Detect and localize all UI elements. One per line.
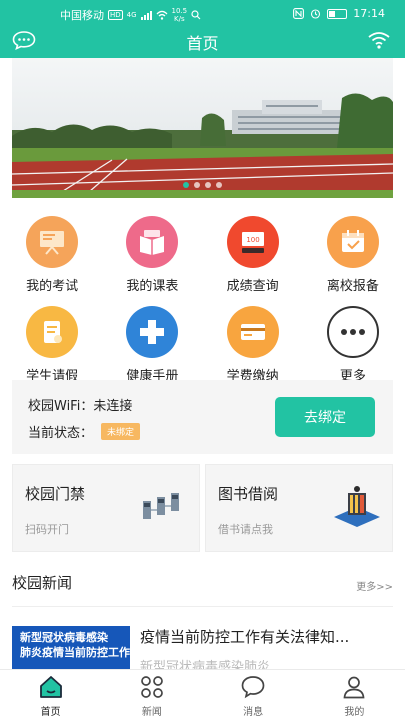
status-bar: 中国移动 HD 4G 10.5 K/s 17:14: [0, 0, 405, 26]
library-borrow-card[interactable]: 图书借阅 借书请点我: [205, 464, 393, 552]
leave-calendar-icon: [326, 216, 379, 268]
tab-messages[interactable]: 消息: [203, 670, 304, 720]
profile-person-icon: [343, 676, 365, 699]
grid-row: 我的考试 我的课表 100 成绩查询 离校报备: [0, 210, 405, 300]
grid-item-label: 离校报备: [326, 279, 379, 294]
network-type: 4G: [126, 11, 137, 19]
score-query-icon: 100: [226, 216, 279, 268]
tab-news[interactable]: 新闻: [101, 670, 202, 720]
news-thumbnail-text: 新型冠状病毒感染: [20, 631, 108, 644]
news-thumbnail: 新型冠状病毒感染 肺炎疫情当前防控工作: [12, 626, 130, 669]
page-title: 首页: [186, 34, 219, 53]
card-title: 校园门禁: [25, 485, 86, 503]
campus-gate-card[interactable]: 校园门禁 扫码开门: [12, 464, 200, 552]
net-speed-value: 10.5: [171, 7, 188, 15]
banner-carousel[interactable]: [12, 58, 393, 198]
tab-profile[interactable]: 我的: [304, 670, 405, 720]
clock-time: 17:14: [353, 7, 385, 20]
grid-row: 学生请假 健康手册 学费缴纳 更多: [0, 300, 405, 390]
grid-item-health-manual[interactable]: 健康手册: [102, 300, 202, 390]
leave-request-icon: [26, 306, 79, 358]
card-title: 图书借阅: [218, 485, 279, 503]
grid-item-score-query[interactable]: 100 成绩查询: [203, 210, 303, 300]
tab-home[interactable]: 首页: [0, 670, 101, 720]
bind-wifi-button[interactable]: 去绑定: [275, 397, 375, 437]
card-subtitle: 扫码开门: [25, 523, 69, 536]
alarm-icon: [311, 9, 321, 19]
news-more-link[interactable]: 更多>>: [356, 578, 393, 593]
news-thumbnail-text: 肺炎疫情当前防控工作: [20, 646, 130, 659]
wifi-connection-status: 校园WiFi：未连接: [28, 399, 133, 414]
status-badge: 未绑定: [101, 423, 141, 440]
tuition-card-icon: [226, 306, 279, 358]
news-section-title: 校园新闻: [12, 574, 73, 592]
wifi-status-icon: [156, 10, 168, 20]
carousel-dot[interactable]: [216, 182, 222, 188]
grid-item-more[interactable]: 更多: [303, 300, 403, 390]
header: 首页: [0, 26, 405, 58]
carousel-dots: [12, 182, 393, 188]
tab-label: 首页: [40, 707, 61, 718]
exam-presentation-icon: [26, 216, 79, 268]
card-subtitle: 借书请点我: [218, 523, 273, 536]
carousel-dot[interactable]: [194, 182, 200, 188]
grid-item-tuition-payment[interactable]: 学费缴纳: [203, 300, 303, 390]
grid-item-student-leave[interactable]: 学生请假: [2, 300, 102, 390]
grid-item-label: 我的课表: [126, 279, 179, 294]
bottom-tab-bar: 首页 新闻 消息 我的: [0, 669, 405, 720]
top-bar: 中国移动 HD 4G 10.5 K/s 17:14 首页: [0, 0, 405, 58]
carousel-dot[interactable]: [205, 182, 211, 188]
tab-label: 新闻: [141, 707, 162, 718]
function-grid: 我的考试 我的课表 100 成绩查询 离校报备 学生请假 健康手册 学费缴纳 更…: [0, 210, 405, 390]
net-speed-unit: K/s: [174, 15, 185, 23]
svg-text:100: 100: [246, 236, 259, 244]
grid-item-leave-report[interactable]: 离校报备: [303, 210, 403, 300]
news-headline: 疫情当前防控工作有关法律知...: [140, 628, 350, 646]
search-status-icon: [191, 10, 201, 20]
grid-item-my-schedule[interactable]: 我的课表: [102, 210, 202, 300]
carrier-name: 中国移动: [60, 9, 104, 22]
message-bubble-icon: [241, 676, 265, 699]
wifi-icon[interactable]: [367, 30, 391, 50]
library-books-icon: [334, 486, 380, 527]
campus-wifi-card: 校园WiFi：未连接 当前状态： 未绑定 去绑定: [12, 380, 393, 454]
grid-item-label: 成绩查询: [226, 279, 279, 294]
news-grid-icon: [141, 676, 163, 698]
home-icon: [39, 676, 62, 698]
more-dots-icon: [326, 306, 379, 358]
net-speed: 10.5 K/s: [172, 7, 188, 23]
grid-item-my-exams[interactable]: 我的考试: [2, 210, 102, 300]
turnstile-gate-icon: [143, 493, 179, 519]
news-section-header: 校园新闻 更多>>: [12, 572, 393, 596]
health-cross-icon: [126, 306, 179, 358]
hd-badge: HD: [108, 10, 123, 20]
tab-label: 消息: [243, 707, 264, 718]
carousel-dot[interactable]: [183, 182, 189, 188]
news-summary: 新型冠状病毒感染肺炎: [140, 660, 271, 669]
news-list-item[interactable]: 新型冠状病毒感染 肺炎疫情当前防控工作 疫情当前防控工作有关法律知... 新型冠…: [12, 624, 393, 669]
banner-image: [12, 58, 393, 198]
nfc-icon: [293, 8, 305, 19]
divider: [12, 606, 393, 607]
grid-item-label: 我的考试: [26, 279, 79, 294]
wifi-state-label: 当前状态：: [28, 426, 94, 441]
wifi-binding-row: 当前状态： 未绑定: [28, 422, 141, 441]
signal-icon: [140, 10, 152, 20]
battery-icon: [327, 8, 348, 19]
schedule-book-icon: [126, 216, 179, 268]
tab-label: 我的: [344, 707, 365, 718]
